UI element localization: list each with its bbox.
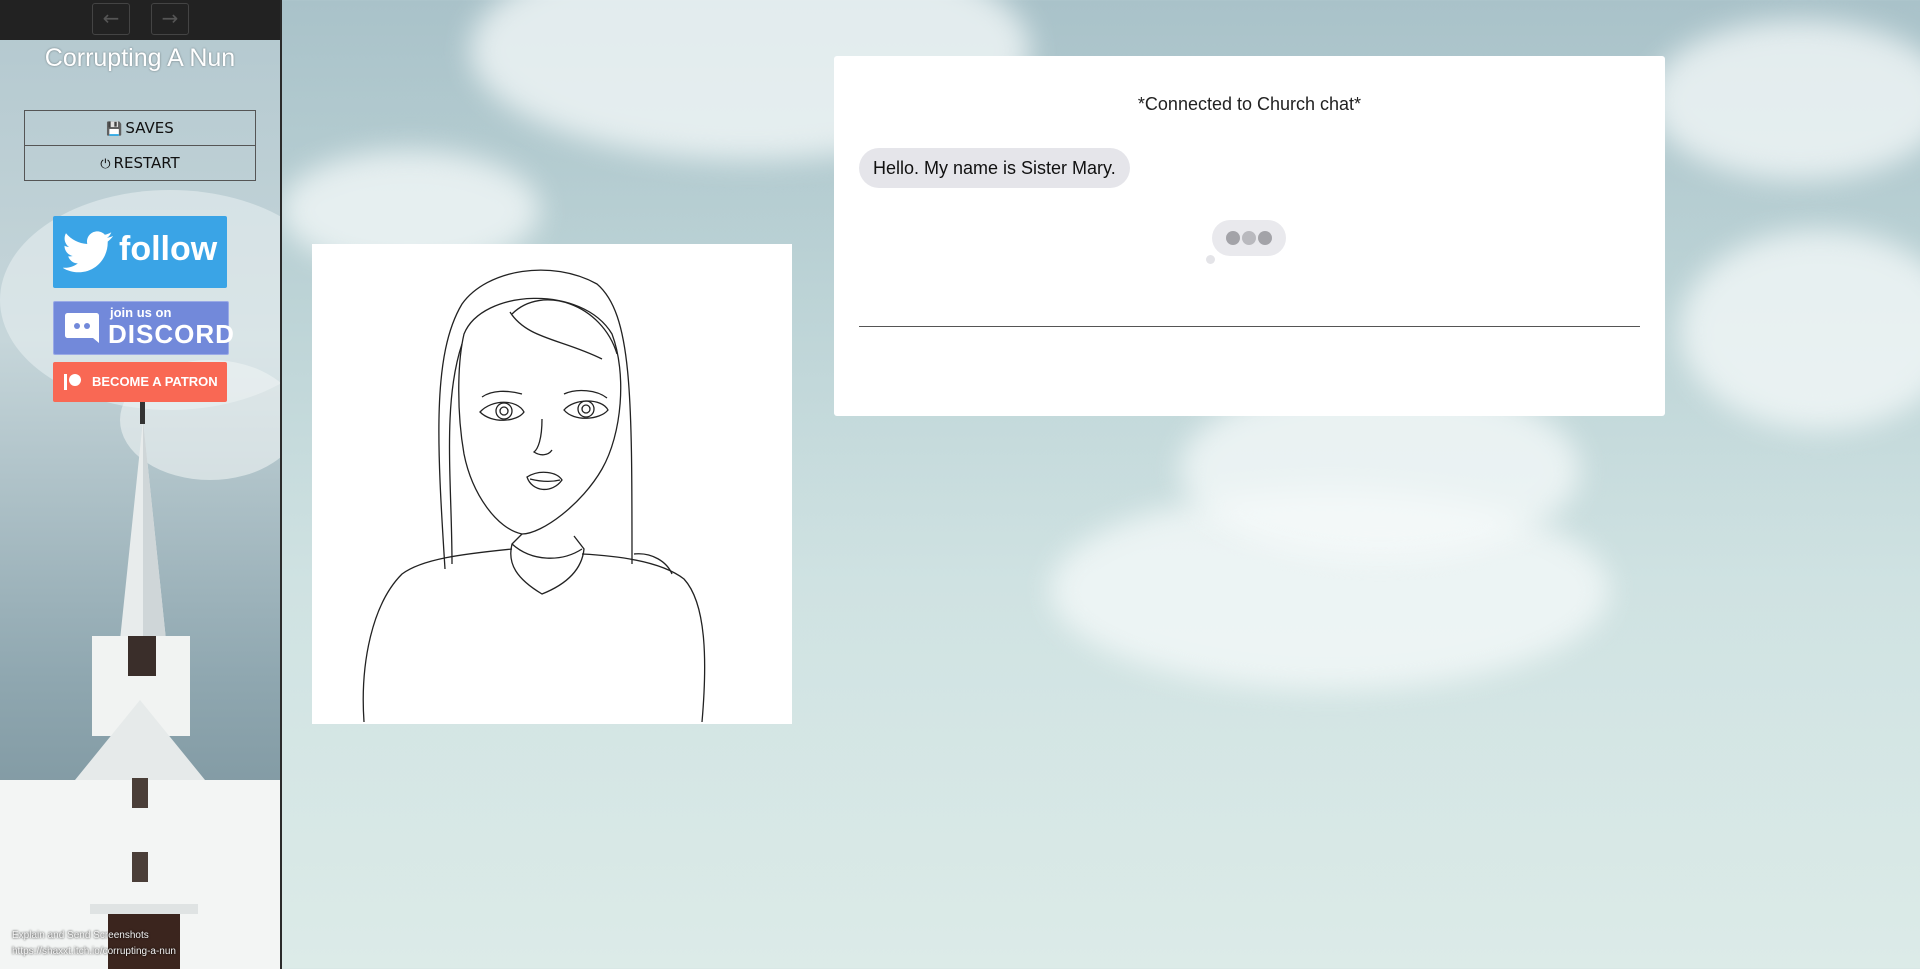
arrow-left-icon: ← — [102, 6, 120, 30]
typing-tail — [1206, 255, 1215, 264]
chat-message-bubble: Hello. My name is Sister Mary. — [859, 148, 1130, 188]
typing-indicator — [1212, 220, 1286, 256]
saves-button[interactable]: 💾 SAVES — [24, 110, 256, 146]
chat-connection-status: *Connected to Church chat* — [1137, 94, 1362, 114]
chat-panel: *Connected to Church chat* Hello. My nam… — [834, 56, 1665, 416]
discord-small-label: join us on — [110, 305, 172, 320]
footer-screenshots-link[interactable]: Explain and Send Screenshots — [12, 928, 176, 944]
patreon-logo-icon — [64, 374, 81, 390]
arrow-right-icon: → — [161, 6, 179, 30]
nun-portrait-image — [362, 269, 706, 723]
twitter-follow-button[interactable]: follow — [53, 216, 227, 288]
forward-button[interactable]: → — [151, 3, 189, 35]
power-icon: ⏻ — [100, 157, 111, 172]
restart-button[interactable]: ⏻ RESTART — [24, 145, 256, 181]
story-title: Corrupting A Nun — [44, 44, 236, 72]
floppy-disk-icon: 💾 — [106, 122, 123, 137]
sidebar-footer: Explain and Send Screenshots https://sha… — [12, 928, 176, 960]
discord-logo-icon — [65, 313, 99, 343]
footer-url-link[interactable]: https://shaxxt.itch.io/corrupting-a-nun — [12, 944, 176, 960]
character-portrait-panel — [312, 244, 792, 724]
restart-label: RESTART — [113, 154, 180, 172]
back-button[interactable]: ← — [92, 3, 130, 35]
top-nav-bar: ← → — [0, 0, 280, 40]
twitter-follow-label: follow — [119, 230, 218, 268]
patreon-button[interactable]: BECOME A PATRON — [53, 362, 227, 402]
chat-divider — [859, 326, 1640, 327]
saves-label: SAVES — [125, 119, 174, 137]
cloud — [1680, 230, 1920, 430]
typing-dot — [1258, 231, 1272, 245]
patreon-label: BECOME A PATRON — [92, 374, 218, 389]
cloud — [1650, 20, 1920, 180]
typing-dot — [1226, 231, 1240, 245]
discord-big-label: DISCORD — [108, 319, 235, 349]
discord-join-button[interactable]: join us on DISCORD — [53, 301, 234, 355]
twitter-bird-icon — [63, 231, 113, 273]
typing-dot — [1242, 231, 1256, 245]
sidebar: ← → Corrupting A Nun 💾 SAVES ⏻ RESTART fol… — [0, 0, 282, 969]
